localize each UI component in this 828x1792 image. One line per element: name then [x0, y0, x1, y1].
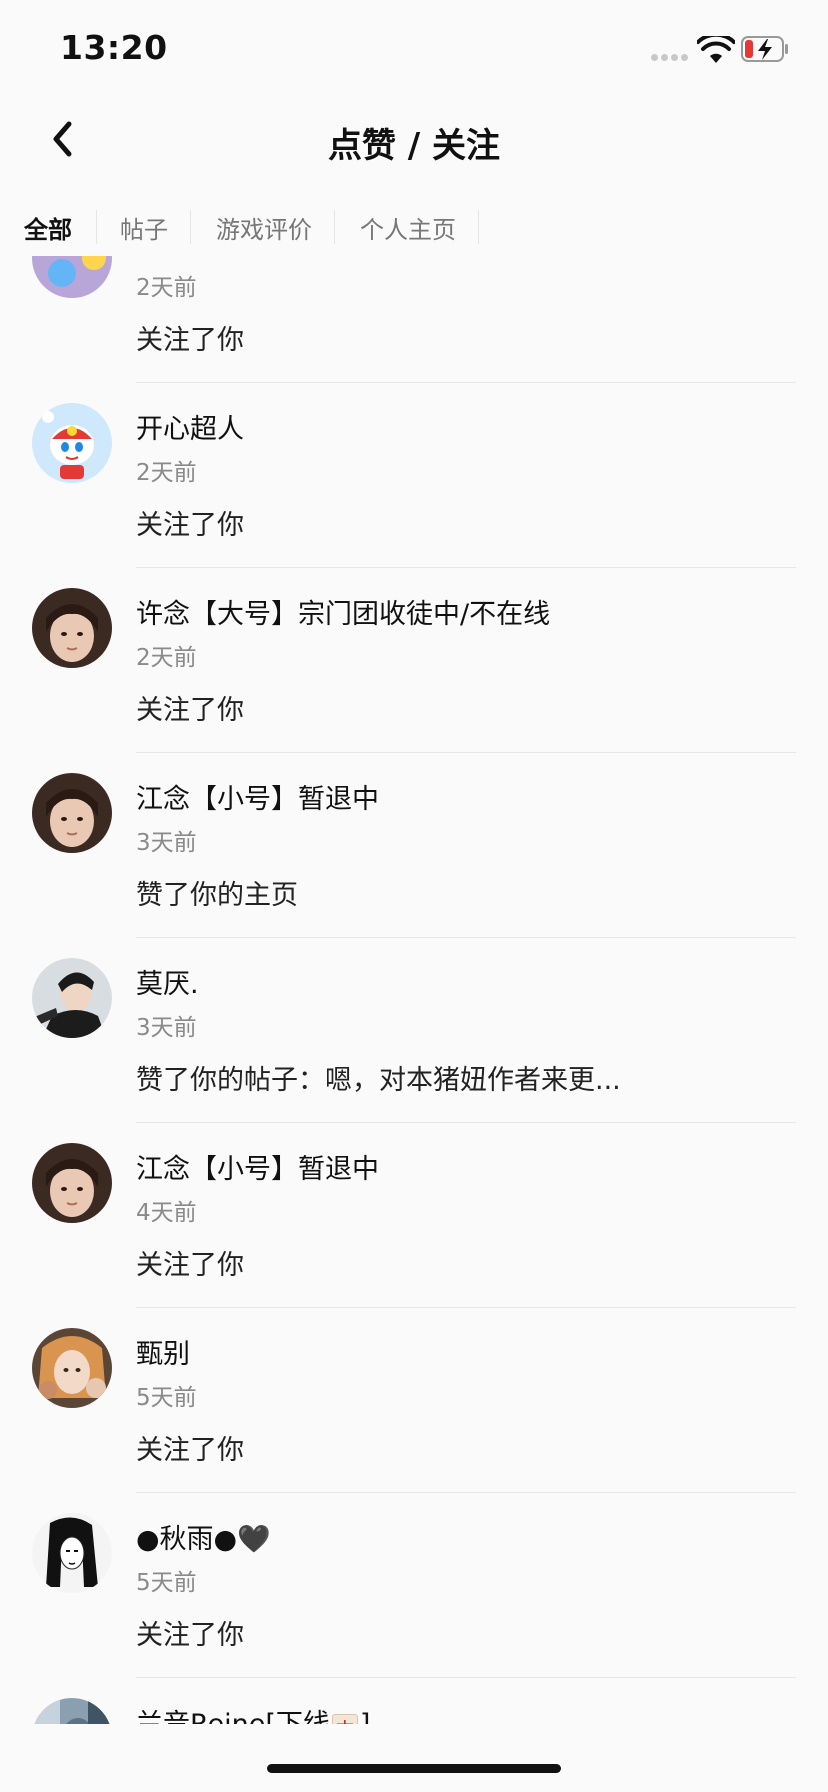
tab-separator: [96, 210, 97, 244]
item-name: 江念【小号】暂退中: [136, 1154, 379, 1185]
avatar[interactable]: [32, 773, 112, 853]
item-time: 3天前: [136, 830, 197, 856]
wifi-icon: [697, 36, 735, 63]
item-name: 许念【大号】宗门团收徒中/不在线: [136, 599, 551, 630]
notification-list[interactable]: 2天前 关注了你 开心超人 2天前 关注了你 许念【大号】宗门团收徒中/不在线 …: [0, 256, 828, 1724]
avatar[interactable]: [32, 958, 112, 1038]
list-item[interactable]: ●秋雨●🖤 5天前 关注了你: [0, 1493, 828, 1678]
nav-bar: 点赞 / 关注: [0, 96, 828, 186]
item-name: 开心超人: [136, 414, 244, 445]
item-time: 2天前: [136, 645, 197, 671]
list-item[interactable]: 莫厌. 3天前 赞了你的帖子：嗯，对本猪妞作者来更...: [0, 938, 828, 1123]
item-action: 赞了你的帖子：嗯，对本猪妞作者来更...: [136, 1065, 621, 1096]
item-action: 关注了你: [136, 510, 244, 541]
battery-charging-icon: [741, 36, 788, 62]
list-item[interactable]: 江念【小号】暂退中 3天前 赞了你的主页: [0, 753, 828, 938]
item-time: 4天前: [136, 1200, 197, 1226]
page-title: 点赞 / 关注: [327, 126, 501, 166]
item-time: 5天前: [136, 1385, 197, 1411]
list-item[interactable]: 许念【大号】宗门团收徒中/不在线 2天前 关注了你: [0, 568, 828, 753]
avatar[interactable]: [32, 1698, 112, 1724]
item-action: 关注了你: [136, 695, 244, 726]
mahjong-tile-icon: 中: [331, 1714, 358, 1724]
item-time: 3天前: [136, 1015, 197, 1041]
avatar: [32, 256, 112, 298]
item-name: ●秋雨●🖤: [136, 1524, 271, 1555]
list-item[interactable]: 2天前 关注了你: [0, 256, 828, 383]
item-time: 2天前: [136, 275, 197, 301]
home-indicator: [267, 1764, 561, 1773]
avatar[interactable]: [32, 1328, 112, 1408]
status-time: 13:20: [60, 28, 168, 67]
item-name: 兰音Reine[下线中]: [136, 1702, 370, 1724]
list-item[interactable]: 甄别 5天前 关注了你: [0, 1308, 828, 1493]
item-action: 赞了你的主页: [136, 880, 298, 911]
item-name-text: 兰音Reine[下线: [136, 1709, 330, 1724]
item-name: 江念【小号】暂退中: [136, 784, 379, 815]
item-action: 关注了你: [136, 1620, 244, 1651]
avatar[interactable]: [32, 588, 112, 668]
tab-posts[interactable]: 帖子: [120, 210, 168, 245]
tab-separator: [334, 210, 335, 244]
avatar[interactable]: [32, 1513, 112, 1593]
tab-separator: [190, 210, 191, 244]
status-bar: 13:20: [0, 0, 828, 96]
tab-game-reviews[interactable]: 游戏评价: [216, 210, 312, 245]
list-item[interactable]: 开心超人 2天前 关注了你: [0, 383, 828, 568]
item-name: 甄别: [136, 1339, 190, 1370]
item-time: 2天前: [136, 460, 197, 486]
item-action: 关注了你: [136, 1250, 244, 1281]
tab-all[interactable]: 全部: [24, 210, 72, 245]
item-time: 5天前: [136, 1570, 197, 1596]
tab-bar: 全部 帖子 游戏评价 个人主页: [0, 200, 828, 256]
item-action: 关注了你: [136, 1435, 244, 1466]
cellular-signal-icon: [651, 54, 691, 62]
item-name-text: ]: [360, 1709, 371, 1724]
item-name: 莫厌.: [136, 969, 199, 1000]
tab-separator: [478, 210, 479, 244]
avatar[interactable]: [32, 403, 112, 483]
list-item[interactable]: 兰音Reine[下线中]: [0, 1678, 828, 1724]
item-action: 关注了你: [136, 325, 244, 356]
avatar[interactable]: [32, 1143, 112, 1223]
list-item[interactable]: 江念【小号】暂退中 4天前 关注了你: [0, 1123, 828, 1308]
tab-profile[interactable]: 个人主页: [360, 210, 456, 245]
